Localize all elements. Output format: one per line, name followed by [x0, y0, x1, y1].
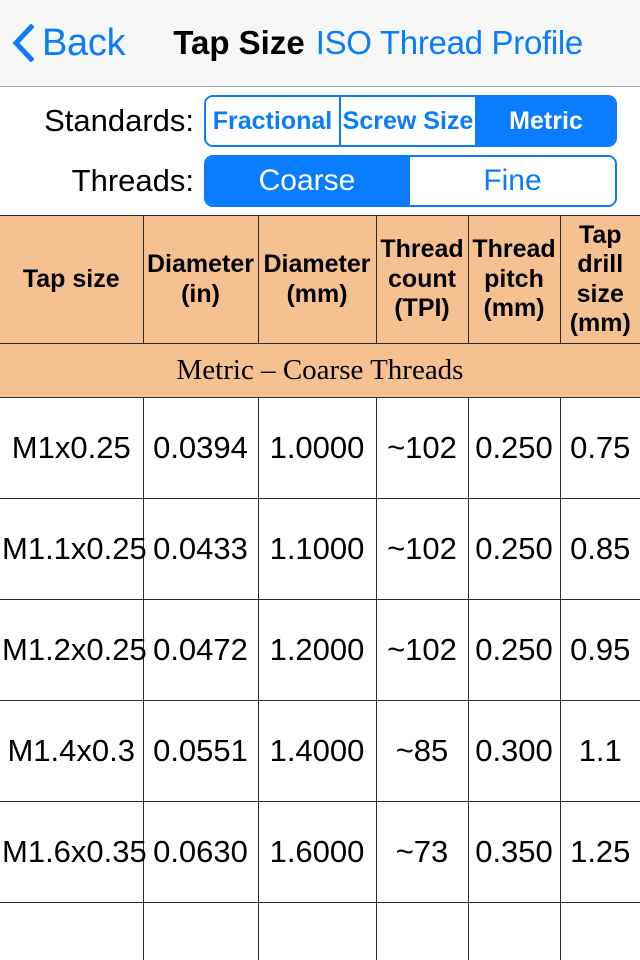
chevron-left-icon: [12, 24, 34, 62]
header-line: pitch: [484, 264, 544, 293]
cell-diameter-mm: [257, 902, 377, 960]
column-header-diameter-in: Diameter (in): [142, 215, 259, 344]
header-line: Diameter: [263, 250, 371, 278]
cell-thread-count: ~102: [375, 498, 469, 600]
cell-tap-drill-size: 0.75: [559, 397, 640, 499]
cell-thread-count: ~102: [375, 599, 469, 701]
header-line: (TPI): [394, 294, 450, 323]
tap-size-table-container: Tap size Diameter (in) Diameter (mm) Thr…: [0, 215, 640, 960]
tap-size-table: Tap size Diameter (in) Diameter (mm) Thr…: [0, 215, 640, 960]
header-line: (mm): [286, 279, 348, 308]
table-section-title-row: Metric – Coarse Threads: [0, 343, 640, 398]
segment-fine[interactable]: Fine: [410, 157, 615, 205]
table-section-title: Metric – Coarse Threads: [0, 343, 640, 398]
segment-screw-size[interactable]: Screw Size: [341, 97, 477, 145]
cell-tap-drill-size: 1.1: [559, 700, 640, 802]
cell-tap-drill-size: [559, 902, 640, 960]
cell-thread-pitch: 0.250: [467, 498, 561, 600]
back-button-label: Back: [42, 21, 126, 64]
cell-thread-pitch: 0.350: [467, 801, 561, 903]
table-body: M1x0.25 0.0394 1.0000 ~102 0.250 0.75 M1…: [0, 397, 640, 960]
segment-metric[interactable]: Metric: [477, 97, 615, 145]
filter-controls: Standards: Fractional Screw Size Metric …: [0, 87, 640, 209]
header-line: Diameter: [147, 250, 254, 278]
threads-segmented-control[interactable]: Coarse Fine: [204, 155, 617, 207]
column-header-thread-pitch: Thread pitch (mm): [467, 215, 561, 344]
cell-diameter-in: 0.0630: [142, 801, 259, 903]
cell-tap-size: M1.2x0.25: [0, 599, 147, 701]
cell-thread-count: ~102: [375, 397, 469, 499]
cell-tap-size: M1.1x0.25: [0, 498, 147, 600]
cell-thread-count: [375, 902, 469, 960]
header-line: Thread: [380, 235, 464, 264]
table-row[interactable]: M1.1x0.25 0.0433 1.1000 ~102 0.250 0.85: [0, 498, 640, 600]
cell-tap-drill-size: 0.95: [559, 599, 640, 701]
cell-diameter-mm: 1.0000: [257, 397, 377, 499]
cell-tap-size: M1.4x0.3: [0, 700, 144, 802]
cell-diameter-mm: 1.2000: [257, 599, 377, 701]
cell-tap-size: M1.6x0.35: [0, 801, 147, 903]
cell-thread-pitch: 0.250: [467, 599, 561, 701]
cell-tap-size: M1x0.25: [0, 397, 144, 499]
header-line: Thread: [472, 235, 556, 264]
table-header: Tap size Diameter (in) Diameter (mm) Thr…: [0, 215, 640, 398]
cell-thread-pitch: [467, 902, 561, 960]
cell-thread-pitch: 0.300: [467, 700, 561, 802]
threads-filter-row: Threads: Coarse Fine: [0, 153, 640, 209]
header-line: drill: [577, 250, 624, 278]
navigation-bar: Back Tap Size ISO Thread Profile: [0, 0, 640, 87]
threads-label: Threads:: [71, 163, 194, 198]
column-header-tap-size: Tap size: [0, 215, 144, 344]
table-row[interactable]: M1x0.25 0.0394 1.0000 ~102 0.250 0.75: [0, 397, 640, 499]
cell-tap-drill-size: 1.25: [559, 801, 640, 903]
segment-coarse[interactable]: Coarse: [206, 157, 410, 205]
table-row[interactable]: [0, 902, 640, 960]
cell-diameter-mm: 1.6000: [257, 801, 377, 903]
header-line: Tap: [578, 220, 622, 249]
standards-segmented-control[interactable]: Fractional Screw Size Metric: [204, 95, 617, 147]
page-title: Tap Size: [173, 24, 305, 61]
cell-diameter-mm: 1.4000: [257, 700, 377, 802]
header-line: (mm): [569, 309, 631, 337]
back-button[interactable]: Back: [12, 21, 126, 65]
segment-fractional[interactable]: Fractional: [206, 97, 341, 145]
column-header-tap-drill-size: Tap drill size (mm): [559, 215, 640, 344]
standards-filter-row: Standards: Fractional Screw Size Metric: [0, 93, 640, 149]
cell-thread-count: ~85: [375, 700, 469, 802]
column-header-diameter-mm: Diameter (mm): [257, 215, 377, 344]
table-row[interactable]: M1.2x0.25 0.0472 1.2000 ~102 0.250 0.95: [0, 599, 640, 701]
table-header-row: Tap size Diameter (in) Diameter (mm) Thr…: [0, 215, 640, 344]
cell-thread-count: ~73: [375, 801, 469, 903]
cell-diameter-in: 0.0433: [142, 498, 259, 600]
cell-tap-drill-size: 0.85: [559, 498, 640, 600]
header-line: count: [387, 264, 457, 293]
header-line: Tap size: [22, 264, 120, 293]
cell-diameter-mm: 1.1000: [257, 498, 377, 600]
column-header-thread-count: Thread count (TPI): [375, 215, 469, 344]
header-line: (mm): [483, 294, 545, 323]
table-row[interactable]: M1.4x0.3 0.0551 1.4000 ~85 0.300 1.1: [0, 700, 640, 802]
cell-thread-pitch: 0.250: [467, 397, 561, 499]
cell-diameter-in: [142, 902, 259, 960]
cell-diameter-in: 0.0394: [142, 397, 259, 499]
cell-tap-size: [0, 902, 144, 960]
page-subtitle-link[interactable]: ISO Thread Profile: [316, 24, 584, 62]
table-row[interactable]: M1.6x0.35 0.0630 1.6000 ~73 0.350 1.25: [0, 801, 640, 903]
header-line: size: [576, 279, 624, 308]
cell-diameter-in: 0.0472: [142, 599, 259, 701]
header-line: (in): [181, 279, 220, 308]
cell-diameter-in: 0.0551: [142, 700, 259, 802]
standards-label: Standards:: [44, 103, 194, 138]
